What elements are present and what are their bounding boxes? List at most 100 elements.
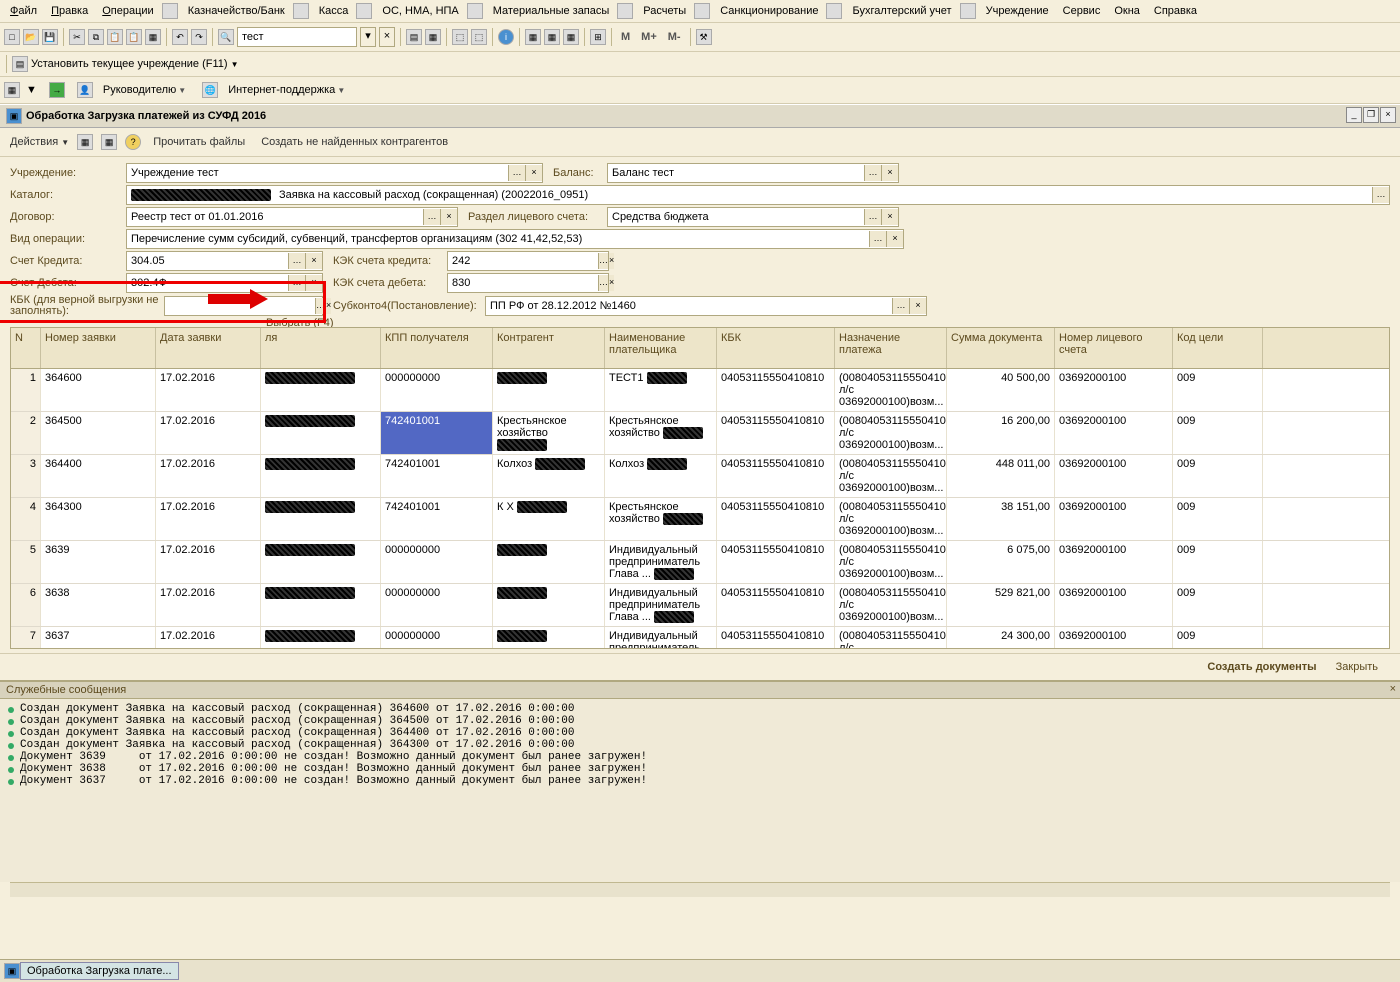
payments-grid[interactable]: N Номер заявки Дата заявки ля КПП получа… xyxy=(10,327,1390,649)
tree-icon[interactable]: ⊞ xyxy=(590,29,606,45)
table-cell: (00804053115550410810. л/c 03692000100)в… xyxy=(835,455,947,497)
help-icon[interactable]: i xyxy=(498,29,514,45)
debit-kek-input[interactable]: …× xyxy=(447,273,609,293)
undo-icon[interactable]: ↶ xyxy=(172,29,188,45)
globe-icon[interactable]: 🌐 xyxy=(202,82,218,98)
win3-icon[interactable]: ▦ xyxy=(563,29,579,45)
minimize-button[interactable]: _ xyxy=(1346,107,1362,123)
messages-close-icon[interactable]: × xyxy=(1390,683,1396,695)
table-cell: 000000000 xyxy=(381,584,493,626)
cut-icon[interactable]: ✂ xyxy=(69,29,85,45)
menu-расчеты[interactable]: Расчеты xyxy=(637,4,692,18)
proc-icon[interactable]: ▦ xyxy=(101,134,117,150)
acct-section-input[interactable]: …× xyxy=(607,207,899,227)
close-button[interactable]: × xyxy=(1380,107,1396,123)
table-row[interactable]: 136460017.02.2016000000000ТЕСТ1 04053115… xyxy=(11,369,1389,412)
menu-материальные запасы[interactable]: Материальные запасы xyxy=(487,4,616,18)
horizontal-scrollbar[interactable] xyxy=(10,882,1390,897)
set-org-label[interactable]: Установить текущее учреждение (F11) xyxy=(31,58,228,70)
table-cell: 17.02.2016 xyxy=(156,412,261,454)
contract-input[interactable]: …× xyxy=(126,207,458,227)
message-line: Создан документ Заявка на кассовый расхо… xyxy=(8,727,1392,739)
save-icon[interactable]: 💾 xyxy=(42,29,58,45)
menu-казначейство/банк[interactable]: Казначейство/Банк xyxy=(182,4,291,18)
op-type-input[interactable]: …× xyxy=(126,229,904,249)
table-row[interactable]: 5363917.02.2016000000000Индивидуальный п… xyxy=(11,541,1389,584)
redacted-icon xyxy=(131,189,271,201)
org-icon[interactable]: ▤ xyxy=(12,56,28,72)
balance-input[interactable]: …× xyxy=(607,163,899,183)
new-icon[interactable]: □ xyxy=(4,29,20,45)
mplus-button[interactable]: M+ xyxy=(637,29,661,45)
menu-учреждение[interactable]: Учреждение xyxy=(980,4,1055,18)
paste2-icon[interactable]: 📋 xyxy=(126,29,142,45)
menu-касса[interactable]: Касса xyxy=(313,4,355,18)
create-documents-button[interactable]: Создать документы xyxy=(1199,658,1324,676)
org-input[interactable]: …× xyxy=(126,163,543,183)
read-files-button[interactable]: Прочитать файлы xyxy=(149,134,249,150)
open-icon[interactable]: 📂 xyxy=(23,29,39,45)
credit-input[interactable]: …× xyxy=(126,251,323,271)
m-button[interactable]: M xyxy=(617,29,634,45)
table-row[interactable]: 436430017.02.2016742401001К Х Крестьянск… xyxy=(11,498,1389,541)
support-dropdown[interactable]: Интернет-поддержка▼ xyxy=(224,83,349,97)
create-contragents-button[interactable]: Создать не найденных контрагентов xyxy=(257,134,452,150)
menu-сервис[interactable]: Сервис xyxy=(1057,4,1107,18)
calc-icon[interactable]: ▤ xyxy=(406,29,422,45)
table-cell: 009 xyxy=(1173,627,1263,649)
table-cell: (00804053115550410810. л/c 03692000100)в… xyxy=(835,412,947,454)
ext-icon[interactable]: ⚒ xyxy=(696,29,712,45)
messages-panel: Служебные сообщения × Создан документ За… xyxy=(0,680,1400,882)
paste-icon[interactable]: 📋 xyxy=(107,29,123,45)
menu-санкционирование[interactable]: Санкционирование xyxy=(714,4,824,18)
win2-icon[interactable]: ▦ xyxy=(544,29,560,45)
maximize-button[interactable]: ❐ xyxy=(1363,107,1379,123)
tool2-icon[interactable]: ⬚ xyxy=(471,29,487,45)
debit-label: Счет Дебета: xyxy=(10,277,122,289)
table-cell: 04053115550410810 xyxy=(717,541,835,583)
search-dropdown[interactable]: ▾ xyxy=(360,27,376,47)
table-cell: (00804053115550410810. л/c 03692000100)в… xyxy=(835,584,947,626)
menu-файл[interactable]: Файл xyxy=(4,4,43,18)
q-icon[interactable]: ? xyxy=(125,134,141,150)
copy-icon[interactable]: ⧉ xyxy=(88,29,104,45)
table-cell: 17.02.2016 xyxy=(156,369,261,411)
org-dropdown[interactable]: ▼ xyxy=(231,60,239,69)
sub4-input[interactable]: …× xyxy=(485,296,927,316)
task-icon[interactable]: ▦ xyxy=(4,82,20,98)
table-cell: К Х xyxy=(493,498,605,540)
person-icon[interactable]: 👤 xyxy=(77,82,93,98)
table-row[interactable]: 7363717.02.2016000000000Индивидуальный п… xyxy=(11,627,1389,649)
menu-ос, нма, нпа[interactable]: ОС, НМА, НПА xyxy=(376,4,464,18)
table-cell: 04053115550410810 xyxy=(717,627,835,649)
redo-icon[interactable]: ↷ xyxy=(191,29,207,45)
doc-icon[interactable]: ▦ xyxy=(145,29,161,45)
credit-kek-input[interactable]: …× xyxy=(447,251,609,271)
table-cell: 009 xyxy=(1173,412,1263,454)
go-icon[interactable]: → xyxy=(49,82,65,98)
table-row[interactable]: 336440017.02.2016742401001Колхоз Колхоз … xyxy=(11,455,1389,498)
table-row[interactable]: 236450017.02.2016742401001Крестьянское х… xyxy=(11,412,1389,455)
tool1-icon[interactable]: ⬚ xyxy=(452,29,468,45)
menu-окна[interactable]: Окна xyxy=(1108,4,1146,18)
menu-правка[interactable]: Правка xyxy=(45,4,94,18)
win1-icon[interactable]: ▦ xyxy=(525,29,541,45)
refresh-icon[interactable]: ▦ xyxy=(77,134,93,150)
messages-body[interactable]: Создан документ Заявка на кассовый расхо… xyxy=(0,699,1400,882)
menu-справка[interactable]: Справка xyxy=(1148,4,1203,18)
menu-бухгалтерский учет[interactable]: Бухгалтерский учет xyxy=(846,4,957,18)
taskbar-tab[interactable]: Обработка Загрузка плате... xyxy=(20,962,179,980)
mminus-button[interactable]: M- xyxy=(664,29,685,45)
table-row[interactable]: 6363817.02.2016000000000Индивидуальный п… xyxy=(11,584,1389,627)
cal-icon[interactable]: ▦ xyxy=(425,29,441,45)
acct-section-label: Раздел лицевого счета: xyxy=(468,211,603,223)
table-cell: 4 xyxy=(11,498,41,540)
menu-операции[interactable]: Операции xyxy=(96,4,159,18)
catalog-input[interactable]: … xyxy=(126,185,1390,205)
close-form-button[interactable]: Закрыть xyxy=(1328,658,1386,676)
actions-dropdown[interactable]: Действия ▼ xyxy=(6,134,73,150)
search-input[interactable] xyxy=(237,27,357,47)
search-icon[interactable]: 🔍 xyxy=(218,29,234,45)
search-clear[interactable]: × xyxy=(379,27,395,47)
manager-dropdown[interactable]: Руководителю▼ xyxy=(99,83,190,97)
